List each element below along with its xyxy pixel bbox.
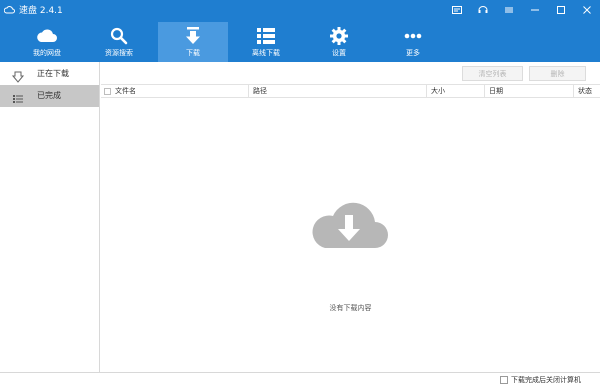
column-header-status[interactable]: 状态	[573, 85, 600, 98]
column-header-size[interactable]: 大小	[426, 85, 484, 98]
status-bar: 下载完成后关闭计算机	[0, 372, 600, 386]
column-header-path[interactable]: 路径	[248, 85, 426, 98]
toolbar-label: 设置	[332, 49, 346, 57]
completed-list-icon	[12, 90, 24, 103]
column-header-filename[interactable]: 文件名	[111, 85, 248, 98]
app-title-text: 速盘 2.4.1	[19, 6, 63, 16]
table-header: 文件名 路径 大小 日期 状态	[101, 84, 600, 98]
action-bar: 清空列表 删除	[101, 62, 600, 84]
column-header-date[interactable]: 日期	[484, 85, 573, 98]
list-icon	[231, 26, 301, 46]
cloud-icon	[12, 26, 82, 46]
select-all-checkbox[interactable]	[104, 88, 111, 95]
toolbar-label: 离线下载	[252, 49, 280, 57]
app-title: 速盘 2.4.1	[4, 3, 63, 16]
toolbar-more[interactable]: 更多	[378, 22, 448, 62]
maximize-icon[interactable]	[548, 0, 574, 20]
shutdown-after-download-checkbox[interactable]	[500, 376, 508, 384]
minimize-icon[interactable]	[522, 0, 548, 20]
main-toolbar: 我的网盘 资源搜索 下载 离线下载 设置 更多	[0, 22, 600, 62]
sidebar-item-label: 正在下载	[37, 69, 69, 78]
sidebar: 正在下载 已完成	[0, 62, 100, 372]
main-panel: 清空列表 删除 文件名 路径 大小 日期 状态 没有下载内容	[101, 62, 600, 372]
sidebar-item-completed[interactable]: 已完成	[0, 85, 99, 107]
downloading-icon	[11, 68, 25, 83]
title-bar: 速盘 2.4.1	[0, 0, 600, 20]
toolbar-label: 资源搜索	[105, 49, 133, 57]
empty-state-message: 没有下载内容	[329, 304, 372, 312]
feedback-icon[interactable]	[470, 0, 496, 20]
toolbar-label: 我的网盘	[33, 49, 61, 57]
shutdown-after-download-label[interactable]: 下载完成后关闭计算机	[511, 375, 581, 385]
toolbar-resource-search[interactable]: 资源搜索	[84, 22, 154, 62]
cloud-download-icon	[311, 198, 389, 252]
sidebar-item-downloading[interactable]: 正在下载	[0, 63, 99, 85]
sidebar-item-label: 已完成	[37, 91, 61, 100]
more-dots-icon	[378, 26, 448, 46]
toolbar-download[interactable]: 下载	[158, 22, 228, 62]
toolbar-label: 更多	[406, 49, 420, 57]
settings-menu-icon[interactable]	[496, 0, 522, 20]
toolbar-my-cloud[interactable]: 我的网盘	[12, 22, 82, 62]
window-controls	[444, 0, 600, 20]
toolbar-settings[interactable]: 设置	[304, 22, 374, 62]
toolbar-offline-download[interactable]: 离线下载	[231, 22, 301, 62]
empty-state: 没有下载内容	[101, 98, 600, 372]
toolbar-label: 下载	[186, 49, 200, 57]
gear-icon	[304, 26, 374, 46]
close-icon[interactable]	[574, 0, 600, 20]
app-header: 速盘 2.4.1 我的网盘 资源搜索 下载 离线下载 设置 更多	[0, 0, 600, 62]
search-icon	[84, 26, 154, 46]
cloud-logo-icon	[4, 5, 15, 14]
skin-icon[interactable]	[444, 0, 470, 20]
clear-list-button[interactable]: 清空列表	[462, 66, 523, 81]
delete-button[interactable]: 删除	[529, 66, 586, 81]
download-arrow-icon	[158, 26, 228, 46]
